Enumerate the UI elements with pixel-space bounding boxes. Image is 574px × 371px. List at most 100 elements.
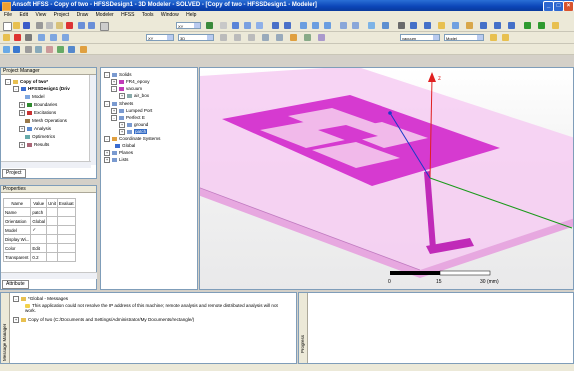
tree-vacuum[interactable]: vacuum [126,86,142,91]
tab-project[interactable]: Project [2,169,26,178]
material-select[interactable]: vacuum [400,34,440,41]
view-icon[interactable] [3,46,10,53]
pan-icon[interactable] [38,34,45,41]
tree-planes[interactable]: Planes [119,150,133,155]
excitations-item[interactable]: Excitations [34,110,56,115]
color-edit-button[interactable]: Edit [30,243,48,253]
unite-icon[interactable] [300,22,307,29]
excitation-icon[interactable] [318,34,325,41]
menu-edit[interactable]: Edit [19,12,28,18]
project-item[interactable]: Copy of two* [20,79,48,84]
polyline-icon[interactable] [438,22,445,29]
line-icon[interactable] [398,22,405,29]
face-cs-icon[interactable] [276,34,283,41]
tree-lists[interactable]: Lists [119,157,128,162]
wireframe-icon[interactable] [46,46,53,53]
zoom-icon[interactable] [62,34,69,41]
menu-modeler[interactable]: Modeler [96,12,114,18]
validate-icon[interactable] [3,34,10,41]
arc-icon[interactable] [424,22,431,29]
new-icon[interactable] [3,22,12,31]
shaded-icon[interactable] [57,46,64,53]
redo-icon[interactable] [88,22,95,29]
menu-hfss[interactable]: HFSS [121,12,134,18]
sphere-icon[interactable] [244,22,251,29]
undo-icon[interactable] [78,22,85,29]
cylinder-icon[interactable] [232,22,239,29]
circle-icon[interactable] [284,22,291,29]
select-icon[interactable] [100,22,109,31]
material-icon[interactable] [290,34,297,41]
measure-icon[interactable] [248,34,255,41]
model-view-icon[interactable] [13,46,20,53]
field-icon[interactable] [80,46,87,53]
design-item[interactable]: HFSSDesign1 (Driv [28,86,70,91]
tree-global[interactable]: Global [122,143,135,148]
paste-icon[interactable] [56,22,63,29]
tree-solids[interactable]: Solids [119,72,132,77]
fit-all-icon[interactable] [368,22,375,29]
hide-icon[interactable] [25,46,32,53]
zoom-in-icon[interactable] [340,22,347,29]
helix-icon[interactable] [480,22,487,29]
cut-icon[interactable] [36,22,43,29]
intersect-icon[interactable] [324,22,331,29]
tree-coordinate-systems[interactable]: Coordinate Systems [119,136,160,141]
bondwire-icon[interactable] [508,22,515,29]
thicken-icon[interactable] [538,22,545,29]
results-item[interactable]: Results [34,142,49,147]
tree-ground[interactable]: ground [134,122,148,127]
tab-attribute[interactable]: Attribute [2,280,29,289]
spline-icon[interactable] [410,22,417,29]
ellipse-icon[interactable] [452,22,459,29]
rotate-view-icon[interactable] [50,34,57,41]
menu-help[interactable]: Help [186,12,196,18]
tree-sheets[interactable]: Sheets [119,101,133,106]
menu-draw[interactable]: Draw [77,12,89,18]
rotate-icon[interactable] [206,22,213,29]
model-select[interactable]: Model [444,34,484,41]
box-icon[interactable] [220,22,227,29]
results-icon[interactable] [25,34,32,41]
orient-icon[interactable] [382,22,389,29]
show-icon[interactable] [35,46,42,53]
name-value-field[interactable]: patch [30,207,48,217]
properties-horizontal-scrollbar[interactable] [1,272,97,279]
boundary-icon[interactable] [304,34,311,41]
global-messages-item[interactable]: *Global - Messages [28,296,68,301]
transparency-icon[interactable] [502,34,509,41]
orientation-value-field[interactable]: Global [30,216,48,226]
3d-viewport[interactable]: z 0 15 30 (mm) [199,67,574,290]
grid-icon[interactable] [220,34,227,41]
project-messages-item[interactable]: Copy of two (C:/Documents and Settings/A… [28,317,194,322]
display-wireframe-checkbox[interactable] [30,234,48,244]
menu-file[interactable]: File [4,12,12,18]
rectangle-icon[interactable] [272,22,279,29]
subtract-icon[interactable] [312,22,319,29]
save-icon[interactable] [23,22,30,29]
boundaries-item[interactable]: Boundaries [34,102,57,107]
dimension-select[interactable]: 3D [178,34,214,41]
sweep-icon[interactable] [524,22,531,29]
menu-window[interactable]: Window [161,12,179,18]
tree-lumped-port[interactable]: Lumped Port [126,108,152,113]
menu-view[interactable]: View [35,12,46,18]
tree-perfect-e[interactable]: Perfect E [126,115,145,120]
tree-fr4-epoxy[interactable]: FR4_epoxy [126,79,150,84]
warning-message[interactable]: This application could not resolve the I… [25,303,278,313]
analysis-item[interactable]: Analysis [34,126,51,131]
3d-model-canvas[interactable]: z 0 15 30 (mm) [200,68,574,290]
snap-icon[interactable] [234,34,241,41]
menu-tools[interactable]: Tools [142,12,154,18]
zoom-out-icon[interactable] [352,22,359,29]
model-checkbox[interactable]: ✓ [30,225,48,235]
transparency-value-field[interactable]: 0.2 [30,252,48,262]
cover-icon[interactable] [552,22,559,29]
coordinate-icon[interactable] [262,34,269,41]
tree-patch[interactable]: patch [134,129,148,135]
view-plane-select[interactable]: XY [146,34,174,41]
view-select[interactable]: XY [176,22,201,29]
mesh-operations-item[interactable]: Mesh Operations [32,118,67,123]
menu-project[interactable]: Project [54,12,70,18]
open-icon[interactable] [13,22,20,29]
